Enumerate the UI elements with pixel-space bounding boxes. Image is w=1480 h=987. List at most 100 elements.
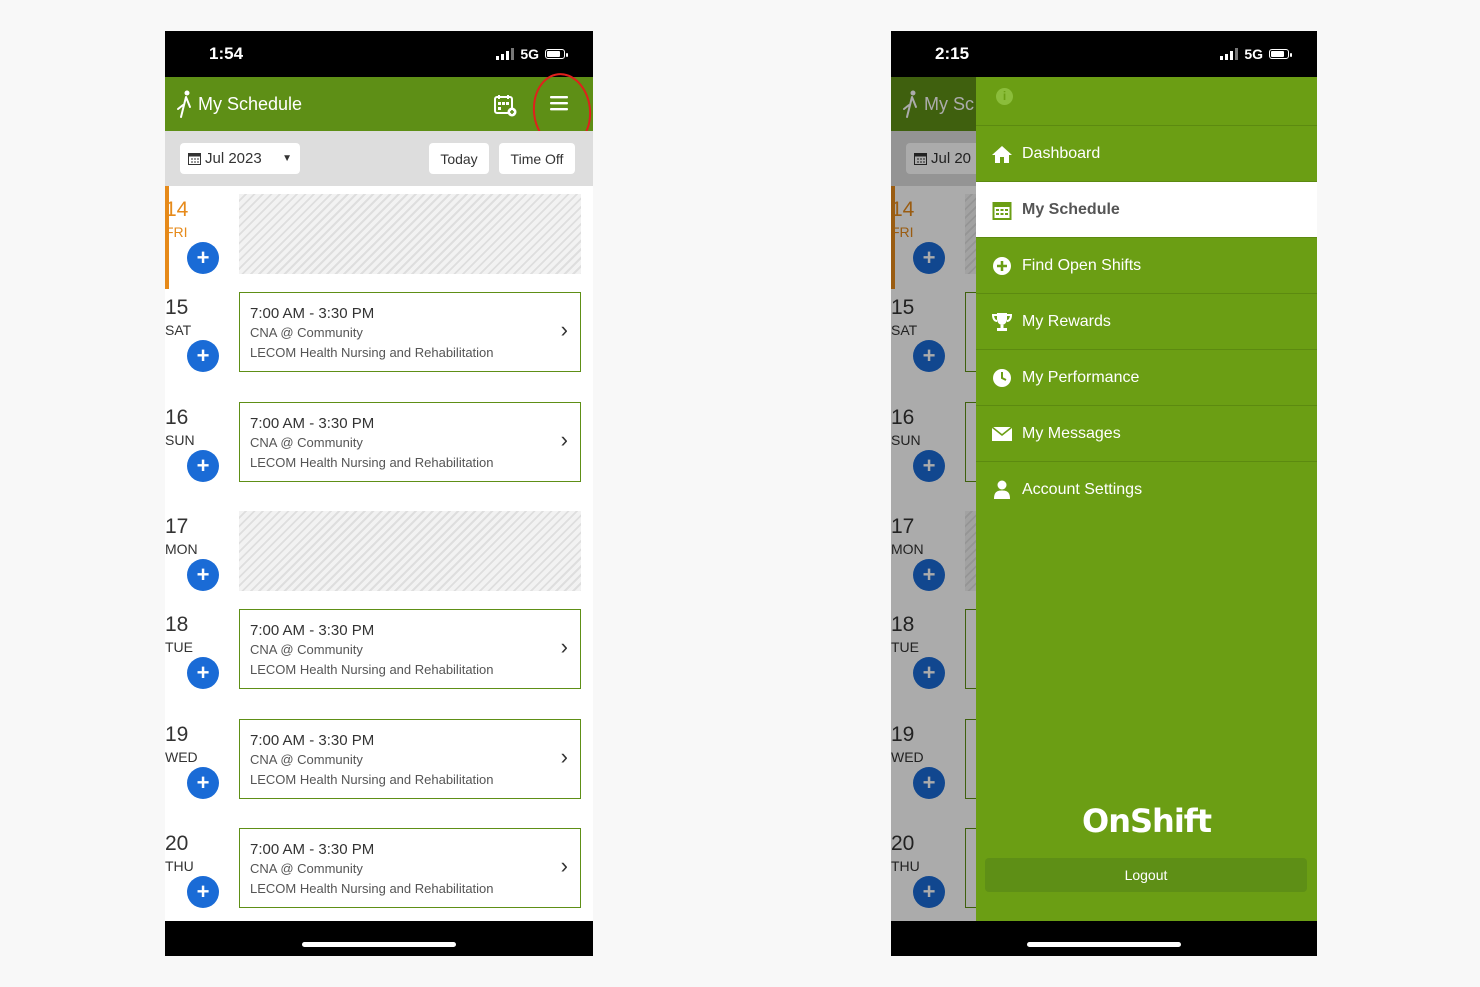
- menu-item-label: Dashboard: [1022, 144, 1101, 162]
- navigation-drawer: i Dashboard My Schedule Find Open Shifts My…: [976, 77, 1317, 921]
- battery-icon: [545, 49, 568, 59]
- menu-item-label: My Rewards: [1022, 312, 1111, 330]
- menu-item-my-performance[interactable]: My Performance: [976, 349, 1317, 405]
- today-button[interactable]: Today: [429, 143, 489, 174]
- network-label: 5G: [520, 46, 539, 62]
- menu-item-label: Find Open Shifts: [1022, 256, 1142, 274]
- day-name: FRI: [165, 224, 188, 240]
- day-number: 20: [165, 832, 189, 855]
- shift-card[interactable]: 7:00 AM - 3:30 PM CNA @ Community LECOM He…: [239, 402, 581, 482]
- schedule-day-list: 14 FRI +15 SAT +7:00 AM - 3:30 PM CNA @ Commu…: [165, 186, 593, 921]
- menu-item-dashboard[interactable]: Dashboard: [976, 125, 1317, 181]
- shift-time: 7:00 AM - 3:30 PM: [250, 622, 375, 639]
- day-name: SUN: [165, 432, 195, 448]
- add-shift-button[interactable]: +: [187, 559, 219, 591]
- menu-item-my-rewards[interactable]: My Rewards: [976, 293, 1317, 349]
- app-header: My Schedule: [165, 77, 593, 131]
- calendar-add-icon[interactable]: [493, 93, 517, 117]
- add-shift-button[interactable]: +: [187, 657, 219, 689]
- shift-role: CNA @ Community: [250, 861, 363, 876]
- add-shift-button[interactable]: +: [187, 450, 219, 482]
- chevron-right-icon: ›: [560, 634, 568, 659]
- schedule-toolbar: Jul 2023 ▼ Today Time Off: [165, 131, 593, 186]
- menu-item-my-schedule[interactable]: My Schedule: [976, 181, 1317, 237]
- time-off-button[interactable]: Time Off: [499, 143, 575, 174]
- month-value: Jul 2023: [205, 150, 262, 167]
- day-name: MON: [165, 541, 198, 557]
- calendar-icon: [188, 153, 201, 165]
- status-indicators: 5G: [1220, 46, 1292, 62]
- onshift-logo: OnShift: [1082, 802, 1212, 840]
- status-indicators: 5G: [496, 46, 568, 62]
- menu-item-label: My Messages: [1022, 424, 1121, 442]
- caret-down-icon: ▼: [282, 153, 292, 164]
- clock-icon: [990, 366, 1014, 390]
- day-row: 15 SAT +7:00 AM - 3:30 PM CNA @ Community LE…: [165, 284, 593, 387]
- day-name: TUE: [165, 639, 193, 655]
- empty-day-slot: [239, 194, 581, 274]
- day-number: 18: [165, 613, 189, 636]
- status-time: 1:54: [209, 44, 244, 63]
- network-label: 5G: [1244, 46, 1263, 62]
- page-title: My Schedule: [198, 94, 303, 114]
- battery-icon: [1269, 49, 1292, 59]
- logout-button[interactable]: Logout: [985, 858, 1307, 892]
- menu-item-find-open-shifts[interactable]: Find Open Shifts: [976, 237, 1317, 293]
- hamburger-menu-icon[interactable]: [548, 93, 570, 113]
- day-name: SAT: [165, 322, 192, 338]
- shift-time: 7:00 AM - 3:30 PM: [250, 841, 375, 858]
- shift-location: LECOM Health Nursing and Rehabilitation: [250, 881, 494, 896]
- phone-screen-menu: 2:15 5G My Sc Jul 20 14 FRI +15 SAT +16 SUN +1…: [891, 31, 1317, 956]
- month-select[interactable]: Jul 2023 ▼: [180, 143, 300, 174]
- status-bar: 2:15 5G: [891, 31, 1317, 77]
- add-shift-button[interactable]: +: [187, 767, 219, 799]
- shift-time: 7:00 AM - 3:30 PM: [250, 415, 375, 432]
- day-number: 17: [165, 515, 189, 538]
- phone-screen-schedule: 1:54 5G My Schedule Jul 2023 ▼ Today Tim…: [165, 31, 593, 956]
- plus-circle-icon: [990, 254, 1014, 278]
- add-shift-button[interactable]: +: [187, 242, 219, 274]
- signal-icon: [1220, 48, 1239, 60]
- shift-location: LECOM Health Nursing and Rehabilitation: [250, 662, 494, 677]
- add-shift-button[interactable]: +: [187, 340, 219, 372]
- empty-day-slot: [239, 511, 581, 591]
- day-row: 17 MON +: [165, 503, 593, 606]
- day-row: 19 WED +7:00 AM - 3:30 PM CNA @ Community LE…: [165, 711, 593, 814]
- shift-location: LECOM Health Nursing and Rehabilitation: [250, 772, 494, 787]
- shift-location: LECOM Health Nursing and Rehabilitation: [250, 455, 494, 470]
- shift-role: CNA @ Community: [250, 752, 363, 767]
- shift-card[interactable]: 7:00 AM - 3:30 PM CNA @ Community LECOM He…: [239, 828, 581, 908]
- day-number: 19: [165, 723, 189, 746]
- day-number: 15: [165, 296, 189, 319]
- info-icon[interactable]: i: [996, 88, 1013, 105]
- menu-item-my-messages[interactable]: My Messages: [976, 405, 1317, 461]
- envelope-icon: [990, 422, 1014, 446]
- day-row: 14 FRI +: [165, 186, 593, 289]
- day-row: 16 SUN +7:00 AM - 3:30 PM CNA @ Community LE…: [165, 394, 593, 497]
- shift-role: CNA @ Community: [250, 642, 363, 657]
- chevron-right-icon: ›: [560, 317, 568, 342]
- shift-card[interactable]: 7:00 AM - 3:30 PM CNA @ Community LECOM He…: [239, 292, 581, 372]
- add-shift-button[interactable]: +: [187, 876, 219, 908]
- day-name: WED: [165, 749, 198, 765]
- calendar-icon: [990, 198, 1014, 222]
- shift-card[interactable]: 7:00 AM - 3:30 PM CNA @ Community LECOM He…: [239, 719, 581, 799]
- menu-item-label: Account Settings: [1022, 480, 1143, 498]
- shift-role: CNA @ Community: [250, 325, 363, 340]
- onshift-figure-icon: [177, 90, 191, 118]
- home-indicator: [891, 921, 1317, 956]
- menu-item-label: My Schedule: [1022, 200, 1120, 218]
- home-indicator: [165, 921, 593, 956]
- day-row: 20 THU +7:00 AM - 3:30 PM CNA @ Community LE…: [165, 820, 593, 923]
- shift-role: CNA @ Community: [250, 435, 363, 450]
- day-number: 14: [165, 198, 189, 221]
- day-name: THU: [165, 858, 194, 874]
- day-row: 18 TUE +7:00 AM - 3:30 PM CNA @ Community LE…: [165, 601, 593, 704]
- chevron-right-icon: ›: [560, 427, 568, 452]
- shift-location: LECOM Health Nursing and Rehabilitation: [250, 345, 494, 360]
- menu-item-account-settings[interactable]: Account Settings: [976, 461, 1317, 517]
- shift-card[interactable]: 7:00 AM - 3:30 PM CNA @ Community LECOM He…: [239, 609, 581, 689]
- status-bar: 1:54 5G: [165, 31, 593, 77]
- chevron-right-icon: ›: [560, 744, 568, 769]
- user-icon: [990, 478, 1014, 502]
